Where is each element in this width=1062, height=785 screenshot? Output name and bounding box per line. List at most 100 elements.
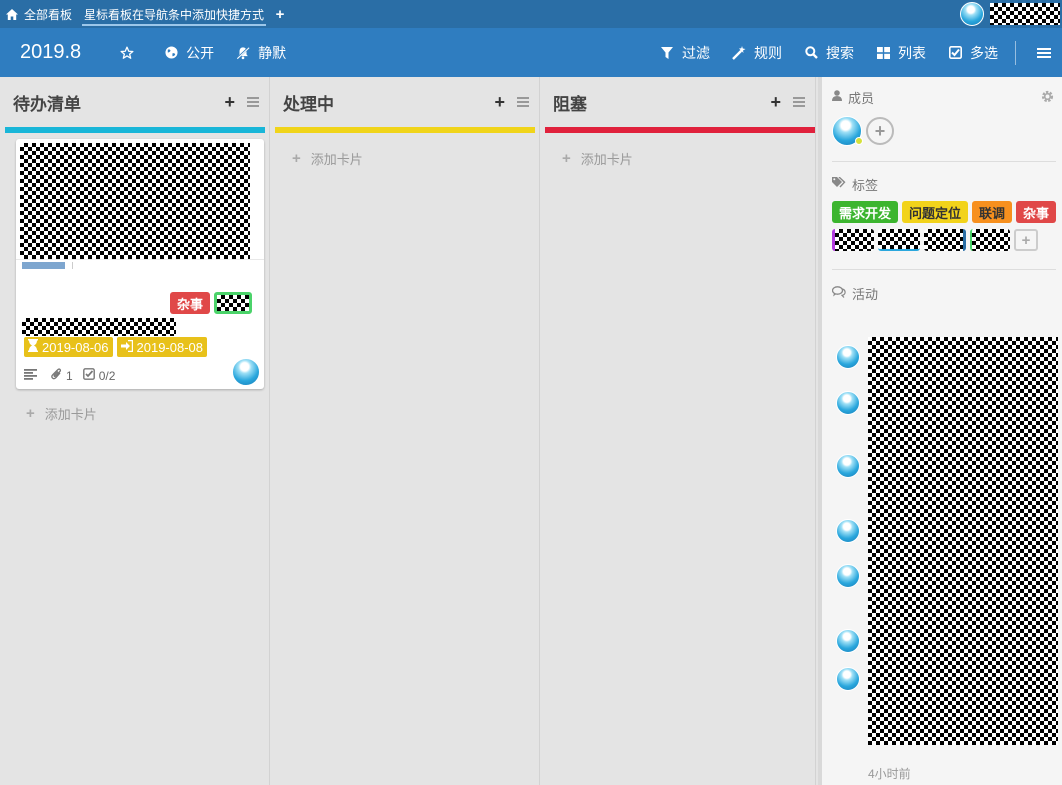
- redacted-username: [990, 3, 1060, 25]
- mute-button[interactable]: 静默: [225, 28, 297, 77]
- board-title[interactable]: 2019.8: [20, 41, 81, 64]
- rules-button[interactable]: 规则: [721, 28, 793, 77]
- add-card-button[interactable]: + 添加卡片: [4, 399, 97, 427]
- activity-content-redacted: [868, 337, 1058, 745]
- user-icon: [832, 90, 842, 104]
- bell-slash-icon: [236, 46, 251, 60]
- list-menu-icon[interactable]: [793, 97, 805, 107]
- card-labels: 杂事: [169, 292, 252, 314]
- checklist-indicator: 0/2: [82, 368, 115, 383]
- start-date-badge: 2019-08-06: [24, 337, 113, 357]
- list-menu-icon[interactable]: [517, 97, 529, 107]
- activity-avatar[interactable]: [836, 667, 860, 691]
- user-avatar[interactable]: [960, 2, 984, 26]
- activity-avatar[interactable]: [836, 345, 860, 369]
- list-title[interactable]: 处理中: [283, 90, 334, 115]
- activity-timestamp: 4小时前: [868, 767, 911, 781]
- members-header: 成员: [832, 86, 1056, 108]
- sign-in-icon: [120, 339, 133, 355]
- header-actions: 过滤 规则 搜索 列表 多选: [649, 28, 1062, 77]
- label-redacted[interactable]: [924, 229, 966, 251]
- card-member-avatar[interactable]: [232, 358, 260, 386]
- user-area: [960, 2, 1060, 26]
- th-large-icon: [876, 46, 890, 59]
- list-title[interactable]: 阻塞: [553, 90, 587, 115]
- label-feature-dev[interactable]: 需求开发: [832, 201, 899, 223]
- filter-button[interactable]: 过滤: [649, 28, 721, 77]
- label-integration[interactable]: 联调: [972, 201, 1013, 223]
- activity-avatar[interactable]: [836, 519, 860, 543]
- add-card-label: 添加卡片: [310, 151, 363, 167]
- activity-avatar[interactable]: [836, 391, 860, 415]
- labels-list: 需求开发 问题定位 联调 杂事 +: [832, 201, 1062, 251]
- paperclip-icon: [51, 368, 62, 383]
- add-card-button[interactable]: + 添加卡片: [270, 144, 539, 172]
- list-in-progress: 处理中 + + 添加卡片: [270, 77, 540, 785]
- card-title-redacted: [22, 318, 176, 336]
- add-card-plus-icon[interactable]: +: [494, 93, 505, 111]
- visibility-button[interactable]: 公开: [153, 28, 225, 77]
- all-boards-link[interactable]: 全部看板: [0, 0, 78, 28]
- search-button[interactable]: 搜索: [793, 28, 865, 77]
- board-header: 2019.8 公开 静默 过滤 规则 搜索 列表 多选: [0, 28, 1062, 77]
- card[interactable]: 杂事 2019-08-06 2019-08-08 1 0/2: [16, 139, 264, 389]
- card-cover-strip: [16, 259, 264, 271]
- activity-avatar[interactable]: [836, 454, 860, 478]
- magic-wand-icon: [732, 45, 746, 60]
- add-label-button[interactable]: +: [1014, 229, 1038, 251]
- labels-title: 标签: [852, 177, 879, 193]
- filter-icon: [660, 46, 674, 59]
- plus-icon: +: [562, 149, 571, 167]
- card-label-misc: 杂事: [169, 292, 210, 314]
- all-boards-label: 全部看板: [24, 7, 73, 22]
- activity-avatar[interactable]: [836, 564, 860, 588]
- members-title: 成员: [848, 90, 875, 106]
- add-card-button[interactable]: + 添加卡片: [540, 144, 815, 172]
- board-sidebar: 成员 + 标签 需求开发 问题定位 联调 杂事 + 活动 4小时前: [818, 77, 1062, 785]
- card-footer: 1 0/2: [24, 368, 125, 383]
- list-title[interactable]: 待办清单: [13, 90, 81, 115]
- list-color-bar: [275, 127, 535, 133]
- add-card-plus-icon[interactable]: +: [224, 93, 235, 111]
- filter-label: 过滤: [682, 44, 710, 61]
- label-problem-locate[interactable]: 问题定位: [902, 201, 969, 223]
- gear-icon[interactable]: [1041, 90, 1054, 106]
- labels-header: 标签: [832, 173, 1056, 195]
- activity-avatar[interactable]: [836, 629, 860, 653]
- add-shortcut-button[interactable]: +: [270, 0, 290, 28]
- add-card-label: 添加卡片: [580, 151, 633, 167]
- top-nav-bar: 全部看板 星标看板在导航条中添加快捷方式 +: [0, 0, 1062, 28]
- header-divider: [1015, 40, 1016, 65]
- card-cover-image: [20, 143, 250, 259]
- list-header: 阻塞 +: [540, 77, 815, 127]
- list-view-button[interactable]: 列表: [865, 28, 937, 77]
- label-misc[interactable]: 杂事: [1016, 201, 1057, 223]
- plus-icon: +: [26, 404, 35, 422]
- list-blocked: 阻塞 + + 添加卡片: [540, 77, 816, 785]
- multiselect-button[interactable]: 多选: [937, 28, 1009, 77]
- label-redacted[interactable]: [832, 229, 874, 251]
- due-date-text: 2019-08-08: [136, 339, 204, 355]
- list-menu-icon[interactable]: [247, 97, 259, 107]
- search-icon: [804, 46, 818, 59]
- plus-icon: +: [292, 149, 301, 167]
- label-redacted[interactable]: [878, 229, 920, 251]
- star-board-button[interactable]: [109, 28, 153, 77]
- list-color-bar: [545, 127, 815, 133]
- globe-icon: [164, 46, 178, 59]
- labels-section: 标签 需求开发 问题定位 联调 杂事 +: [822, 162, 1062, 251]
- activity-title: 活动: [852, 286, 879, 302]
- multiselect-label: 多选: [970, 44, 998, 61]
- list-header: 待办清单 +: [0, 77, 269, 127]
- list-color-bar: [5, 127, 265, 133]
- label-redacted[interactable]: [970, 229, 1010, 251]
- hamburger-icon[interactable]: [1026, 28, 1062, 77]
- list-view-label: 列表: [898, 44, 926, 61]
- list-header: 处理中 +: [270, 77, 539, 127]
- add-member-button[interactable]: +: [866, 117, 894, 145]
- starred-board-tab[interactable]: 星标看板在导航条中添加快捷方式: [78, 0, 270, 28]
- start-date-text: 2019-08-06: [42, 339, 109, 355]
- comments-icon: [831, 285, 846, 301]
- members-list: +: [832, 116, 1056, 146]
- add-card-plus-icon[interactable]: +: [770, 93, 781, 111]
